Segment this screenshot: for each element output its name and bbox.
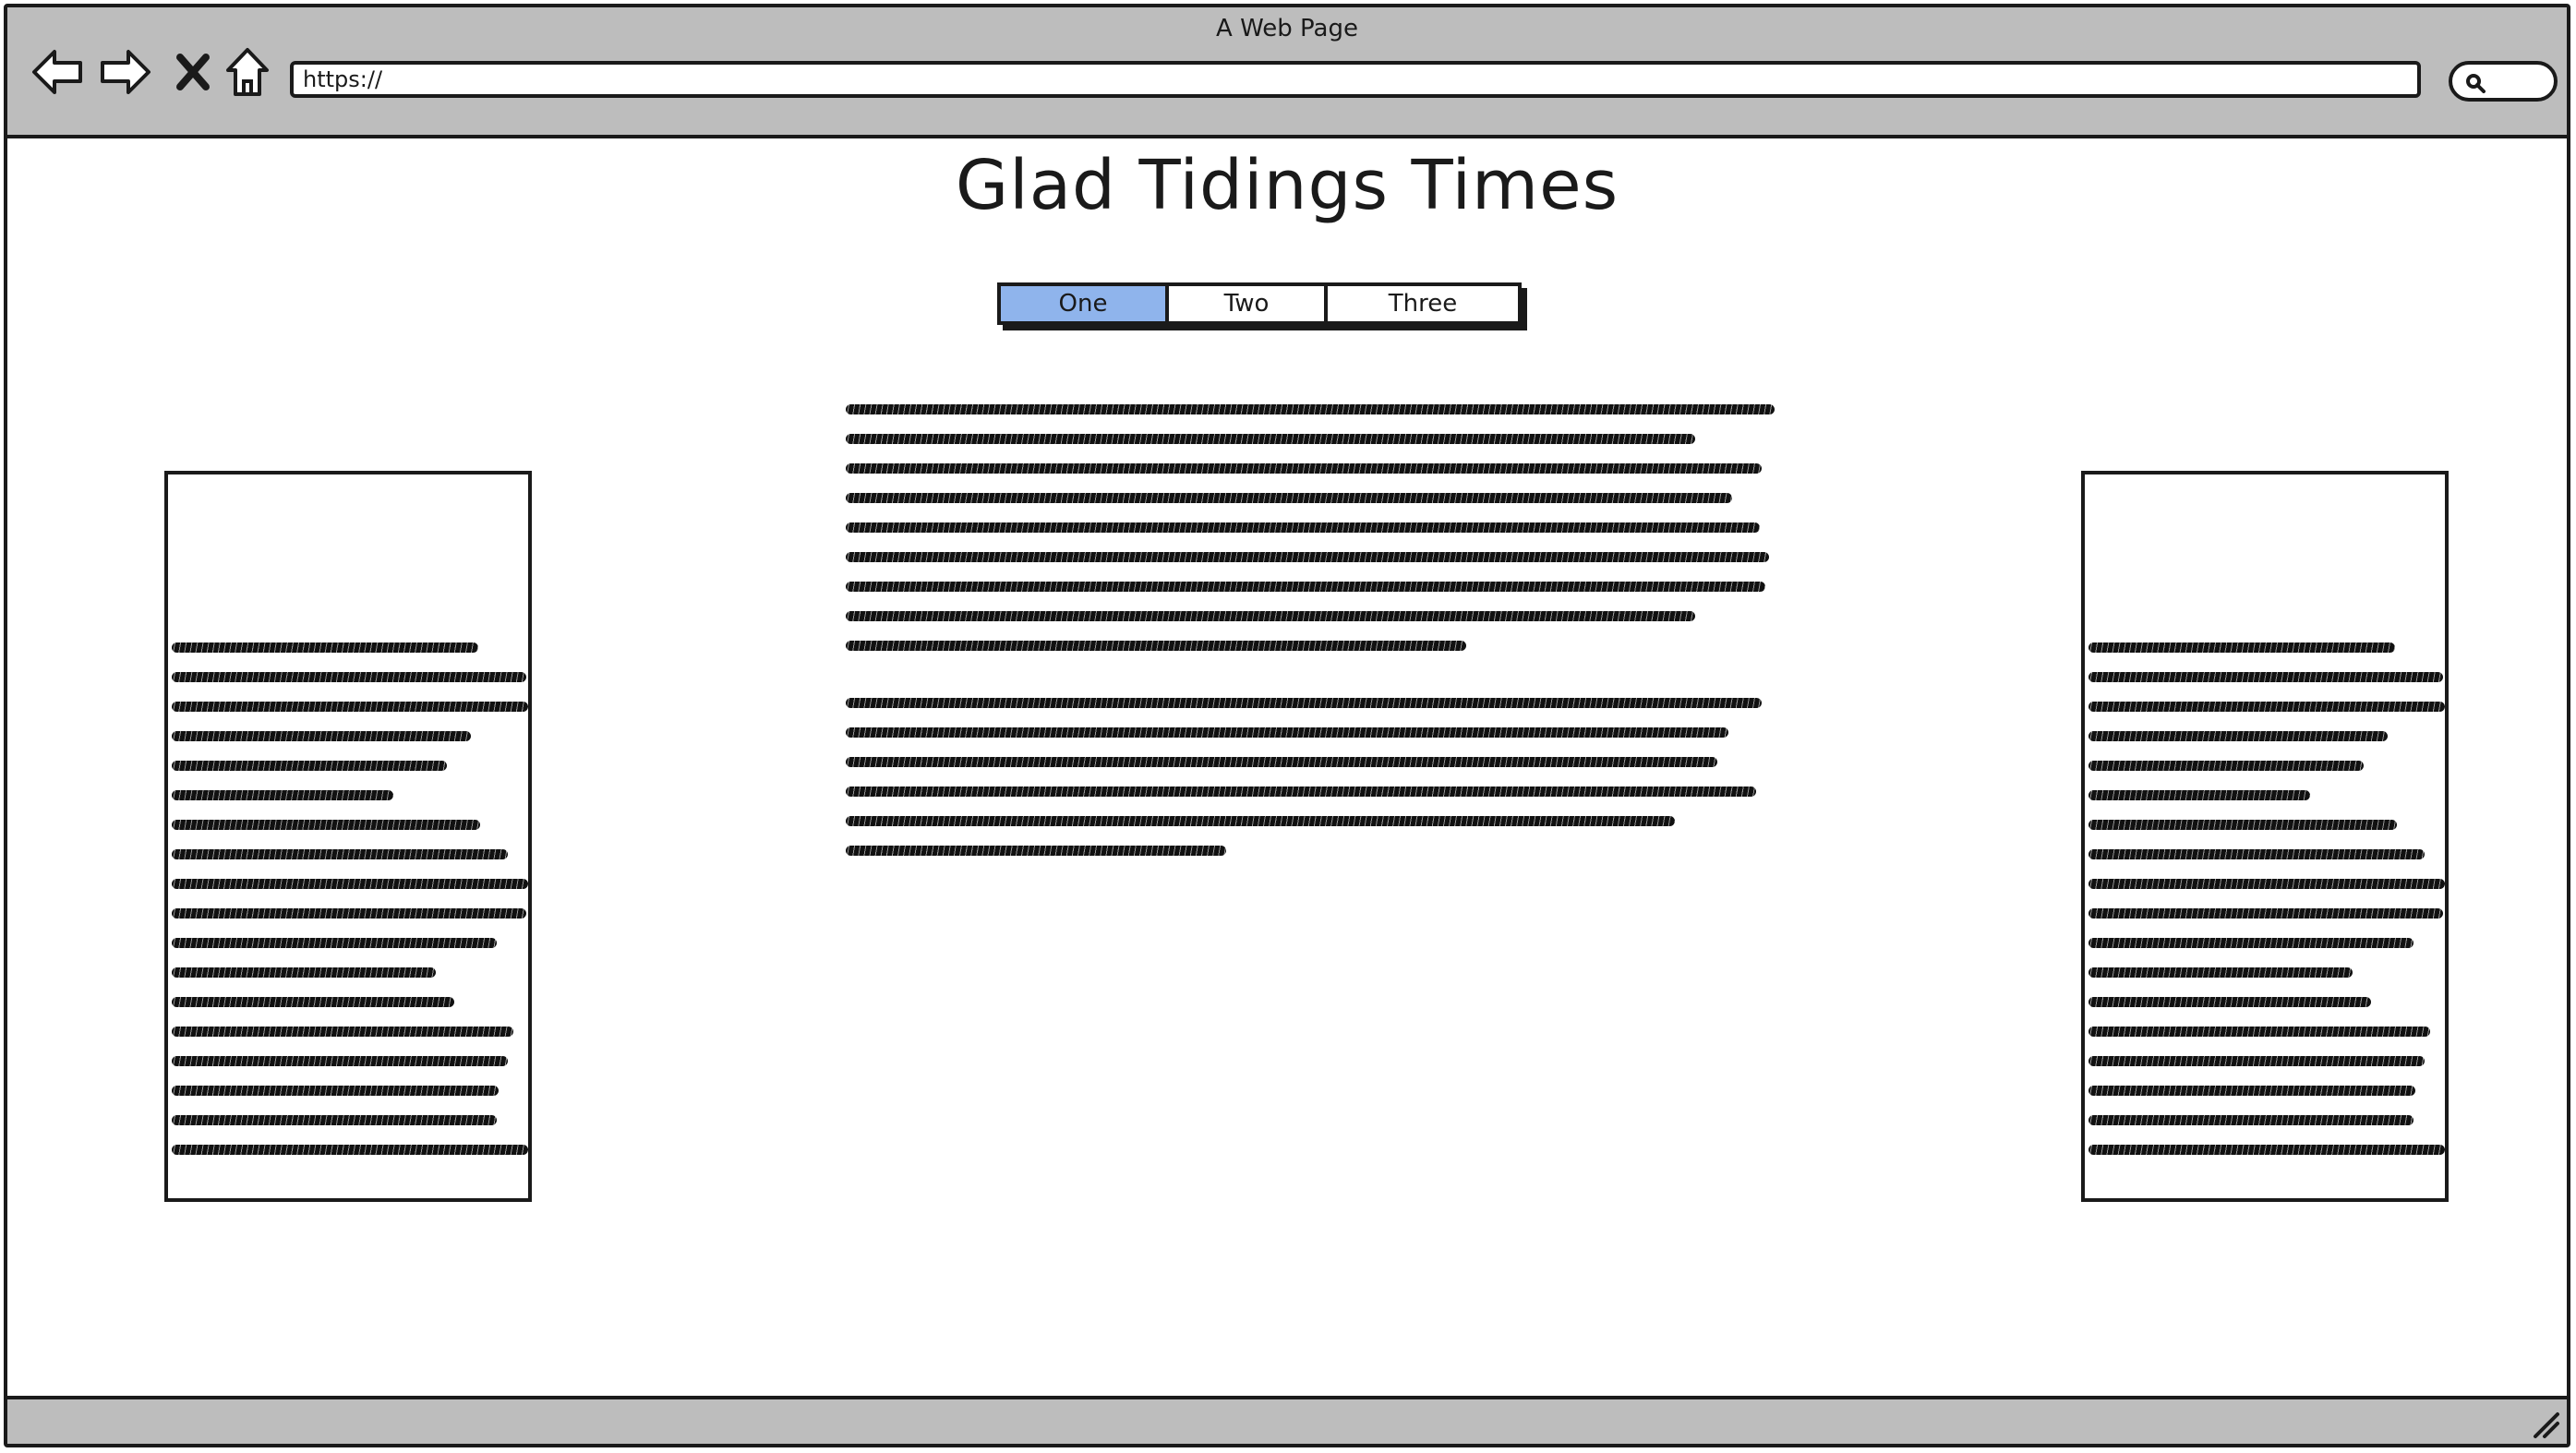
- tab-three[interactable]: Three: [1324, 286, 1518, 321]
- url-input[interactable]: [303, 66, 2417, 92]
- text-placeholder-line: [172, 879, 528, 889]
- text-placeholder-line: [846, 816, 1675, 826]
- text-placeholder-line: [846, 698, 1762, 708]
- text-placeholder-line: [172, 790, 393, 800]
- arrow-right-icon[interactable]: [98, 44, 153, 100]
- text-placeholder-line: [172, 672, 526, 682]
- text-placeholder-line: [2088, 879, 2445, 889]
- text-placeholder-line: [172, 997, 454, 1007]
- text-placeholder-line: [2088, 702, 2445, 712]
- text-placeholder-line: [172, 731, 471, 741]
- text-placeholder-line: [846, 846, 1226, 856]
- text-placeholder-line: [172, 938, 497, 948]
- text-placeholder-line: [2088, 642, 2395, 653]
- text-placeholder-line: [846, 493, 1732, 503]
- text-placeholder-line: [172, 967, 436, 978]
- status-bar: [7, 1396, 2567, 1444]
- text-placeholder-line: [2088, 849, 2425, 859]
- text-placeholder-line: [846, 404, 1775, 414]
- text-placeholder-line: [2088, 1145, 2445, 1155]
- arrow-left-icon[interactable]: [30, 44, 85, 100]
- text-placeholder-line: [2088, 672, 2443, 682]
- text-placeholder-line: [2088, 1056, 2425, 1066]
- browser-window: A Web Page Glad Tidings Times One Two Th…: [4, 4, 2570, 1447]
- search-field[interactable]: [2449, 61, 2558, 102]
- right-sidebar-panel: [2081, 471, 2449, 1202]
- close-icon[interactable]: [172, 44, 214, 100]
- text-placeholder-line: [172, 820, 480, 830]
- text-placeholder-line: [2088, 938, 2413, 948]
- window-title: A Web Page: [1216, 15, 1358, 42]
- text-placeholder-line: [846, 463, 1762, 474]
- text-placeholder-line: [846, 641, 1466, 651]
- text-placeholder-line: [846, 552, 1769, 562]
- text-placeholder-line: [172, 1115, 497, 1125]
- text-placeholder-line: [846, 582, 1765, 592]
- text-placeholder-line: [2088, 761, 2364, 771]
- text-placeholder-line: [172, 908, 526, 919]
- text-placeholder-line: [172, 642, 478, 653]
- text-placeholder-line: [846, 727, 1728, 738]
- browser-toolbar: A Web Page: [7, 7, 2567, 138]
- text-placeholder-line: [2088, 997, 2371, 1007]
- tab-two[interactable]: Two: [1165, 286, 1324, 321]
- text-placeholder-line: [846, 757, 1717, 767]
- text-placeholder-line: [2088, 731, 2388, 741]
- tab-one[interactable]: One: [1001, 286, 1165, 321]
- text-placeholder-line: [846, 787, 1756, 797]
- page-title: Glad Tidings Times: [955, 146, 1619, 225]
- text-placeholder-line: [846, 434, 1695, 444]
- text-placeholder-line: [2088, 820, 2397, 830]
- search-icon: [2466, 74, 2486, 93]
- text-placeholder-line: [172, 1086, 499, 1096]
- text-placeholder-line: [846, 611, 1695, 621]
- text-placeholder-line: [172, 849, 508, 859]
- text-placeholder-line: [172, 702, 528, 712]
- text-placeholder-line: [172, 1145, 528, 1155]
- text-placeholder-line: [2088, 1027, 2430, 1037]
- text-placeholder-line: [172, 1027, 513, 1037]
- address-bar[interactable]: [290, 61, 2421, 98]
- text-placeholder-line: [172, 761, 447, 771]
- text-placeholder-line: [2088, 1115, 2413, 1125]
- text-placeholder-line: [2088, 908, 2443, 919]
- text-placeholder-line: [2088, 967, 2353, 978]
- tab-bar: One Two Three: [997, 282, 1522, 325]
- left-sidebar-panel: [164, 471, 532, 1202]
- text-placeholder-line: [2088, 790, 2310, 800]
- text-placeholder-line: [172, 1056, 508, 1066]
- home-icon[interactable]: [222, 44, 273, 100]
- resize-grip-icon[interactable]: [2530, 1409, 2561, 1440]
- text-placeholder-line: [846, 522, 1760, 533]
- text-placeholder-line: [2088, 1086, 2415, 1096]
